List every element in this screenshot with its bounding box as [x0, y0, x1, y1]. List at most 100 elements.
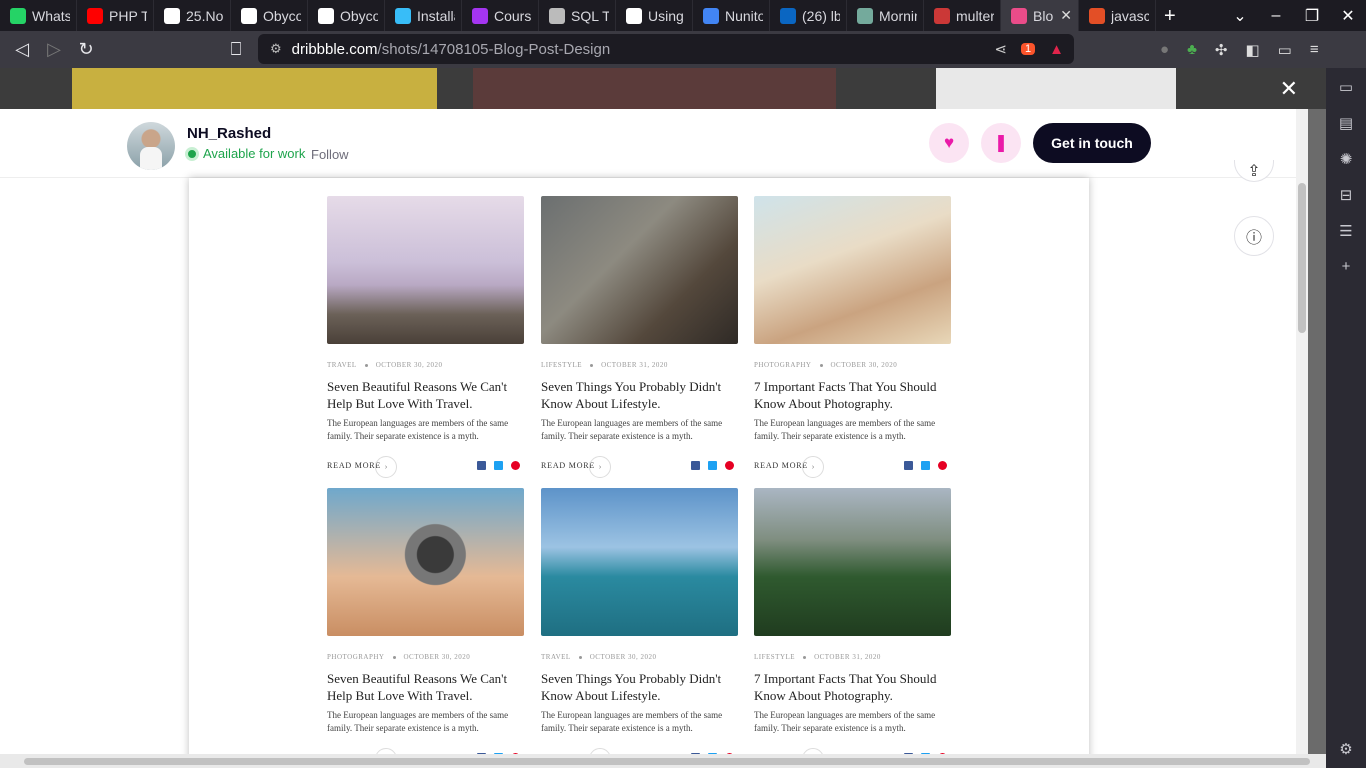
tab-12[interactable]: multer	[924, 0, 1001, 31]
tab-9[interactable]: Nunito	[693, 0, 770, 31]
menu-icon[interactable]: ≡	[1310, 41, 1319, 59]
tab-7[interactable]: SQL Tu	[539, 0, 616, 31]
post-title: 7 Important Facts That You Should Know A…	[754, 671, 937, 703]
post-image	[754, 196, 951, 344]
tab-0[interactable]: Whats	[0, 0, 77, 31]
add-panel-icon[interactable]: +	[1342, 258, 1351, 275]
post-meta: PHOTOGRAPHY OCTOBER 30, 2020	[754, 361, 951, 369]
chatgpt-icon	[857, 7, 873, 24]
reading-list-icon[interactable]: ☰	[1339, 222, 1352, 240]
post-excerpt: The European languages are members of th…	[541, 710, 723, 733]
bookmark-icon[interactable]: ⎕	[220, 34, 252, 66]
window-controls: ⌄ – ❐ ✕	[1222, 0, 1366, 31]
tab-14[interactable]: javasc	[1079, 0, 1156, 31]
designer-name[interactable]: NH_Rashed	[187, 125, 271, 142]
post-category: LIFESTYLE	[754, 653, 796, 661]
whatsapp-icon	[10, 7, 26, 24]
social-icons	[477, 461, 520, 470]
post-footer: READ MORE›	[541, 456, 738, 478]
url-path: /shots/14708105-Blog-Post-Design	[377, 40, 611, 58]
brave-shields-icon[interactable]: 1	[1021, 43, 1036, 55]
get-in-touch-button[interactable]: Get in touch	[1033, 123, 1151, 163]
like-button[interactable]: ♥	[929, 123, 969, 163]
minimize-icon[interactable]: –	[1258, 7, 1294, 25]
horizontal-scrollbar[interactable]	[0, 754, 1326, 768]
forward-icon[interactable]: ▷	[38, 34, 70, 66]
post-category: TRAVEL	[327, 361, 357, 369]
post-image	[754, 488, 951, 636]
meta-separator	[819, 363, 823, 367]
tab-title: 25.No	[186, 7, 224, 24]
background-shot-thumbnail	[936, 68, 1176, 109]
info-icon: ⓘ	[1245, 230, 1262, 247]
share-button[interactable]: ⇪	[1234, 160, 1274, 182]
post-image	[327, 196, 524, 344]
tab-4[interactable]: Obyco	[308, 0, 385, 31]
tab-title: multer	[956, 7, 994, 24]
tab-2[interactable]: 25.No	[154, 0, 231, 31]
extensions-puzzle-icon[interactable]: ✣	[1215, 41, 1228, 59]
tab-6[interactable]: Cours	[462, 0, 539, 31]
leo-icon[interactable]: ✺	[1340, 150, 1353, 168]
github-icon	[164, 7, 180, 24]
meta-separator	[590, 363, 594, 367]
tab-10[interactable]: (26) lb	[770, 0, 847, 31]
tab-1[interactable]: PHP Tu	[77, 0, 154, 31]
wallet-icon[interactable]: ▭	[1278, 41, 1292, 59]
scroll-thumb[interactable]	[1298, 183, 1306, 333]
new-tab-button[interactable]: +	[1164, 5, 1176, 28]
share-icon: ⇪	[1247, 162, 1261, 180]
share-icon[interactable]: ⋖	[994, 40, 1007, 58]
html5-icon	[1089, 7, 1105, 24]
toolbar-icons: ● ♣ ✣ ◧ ▭ ≡	[1160, 41, 1319, 59]
heart-icon: ♥	[943, 133, 955, 152]
post-image	[541, 196, 738, 344]
reload-icon[interactable]: ↻	[70, 34, 102, 66]
post-excerpt: The European languages are members of th…	[327, 710, 509, 733]
tab-11[interactable]: Mornin	[847, 0, 924, 31]
avatar[interactable]	[127, 122, 175, 170]
post-excerpt: The European languages are members of th…	[327, 418, 509, 441]
blog-card: TRAVEL OCTOBER 30, 2020 Seven Things You P…	[541, 488, 738, 768]
medium-icon	[626, 7, 642, 24]
github-icon	[318, 7, 334, 24]
background-shot-thumbnail	[473, 68, 836, 109]
wallet-icon[interactable]: ▤	[1339, 114, 1353, 132]
close-modal-icon[interactable]: ✕	[1280, 76, 1298, 102]
tab-list-icon[interactable]: ⌄	[1222, 6, 1258, 26]
shot-modal: NH_Rashed Available for work Follow ♥ ❚ …	[0, 109, 1296, 768]
read-more-link: READ MORE	[754, 461, 809, 470]
tab-8[interactable]: Using	[616, 0, 693, 31]
dribbble-icon	[1011, 7, 1027, 24]
sidebar-toggle-icon[interactable]: ◧	[1245, 41, 1259, 59]
post-date: OCTOBER 30, 2020	[830, 361, 898, 369]
site-info-icon[interactable]: ⚙	[270, 41, 282, 57]
vertical-scrollbar[interactable]	[1296, 109, 1308, 768]
twitter-icon	[921, 461, 930, 470]
save-button[interactable]: ❚	[981, 123, 1021, 163]
navigation-bar: ◁ ▷ ↻ ⎕ ⚙ dribbble.com/shots/14708105-Bl…	[0, 31, 1366, 68]
back-icon[interactable]: ◁	[6, 34, 38, 66]
modal-backdrop[interactable]: ✕	[0, 68, 1326, 109]
video-icon[interactable]: ▭	[1339, 78, 1353, 96]
tree-extension-icon[interactable]: ♣	[1187, 41, 1197, 59]
tab-13[interactable]: Blo ✕	[1001, 0, 1079, 31]
brave-rewards-icon[interactable]: ▲	[1049, 41, 1064, 58]
extension-icon[interactable]: ●	[1160, 41, 1169, 59]
shot-header: NH_Rashed Available for work Follow ♥ ❚ …	[0, 109, 1296, 178]
maximize-icon[interactable]: ❐	[1294, 6, 1330, 26]
tab-3[interactable]: Obyco	[231, 0, 308, 31]
tab-title: Blo	[1033, 7, 1054, 24]
close-tab-icon[interactable]: ✕	[1060, 7, 1072, 24]
follow-button[interactable]: Follow	[311, 147, 349, 162]
settings-icon[interactable]: ⚙	[1339, 740, 1352, 758]
address-bar[interactable]: ⚙ dribbble.com/shots/14708105-Blog-Post-…	[258, 34, 1074, 64]
close-window-icon[interactable]: ✕	[1330, 6, 1366, 26]
info-button[interactable]: ⓘ	[1234, 216, 1274, 256]
tab-5[interactable]: Installa	[385, 0, 462, 31]
twitter-icon	[708, 461, 717, 470]
scroll-thumb[interactable]	[24, 758, 1310, 765]
post-title: 7 Important Facts That You Should Know A…	[754, 379, 937, 411]
post-meta: TRAVEL OCTOBER 30, 2020	[541, 653, 738, 661]
bookmarks-icon[interactable]: ⊟	[1340, 186, 1353, 204]
